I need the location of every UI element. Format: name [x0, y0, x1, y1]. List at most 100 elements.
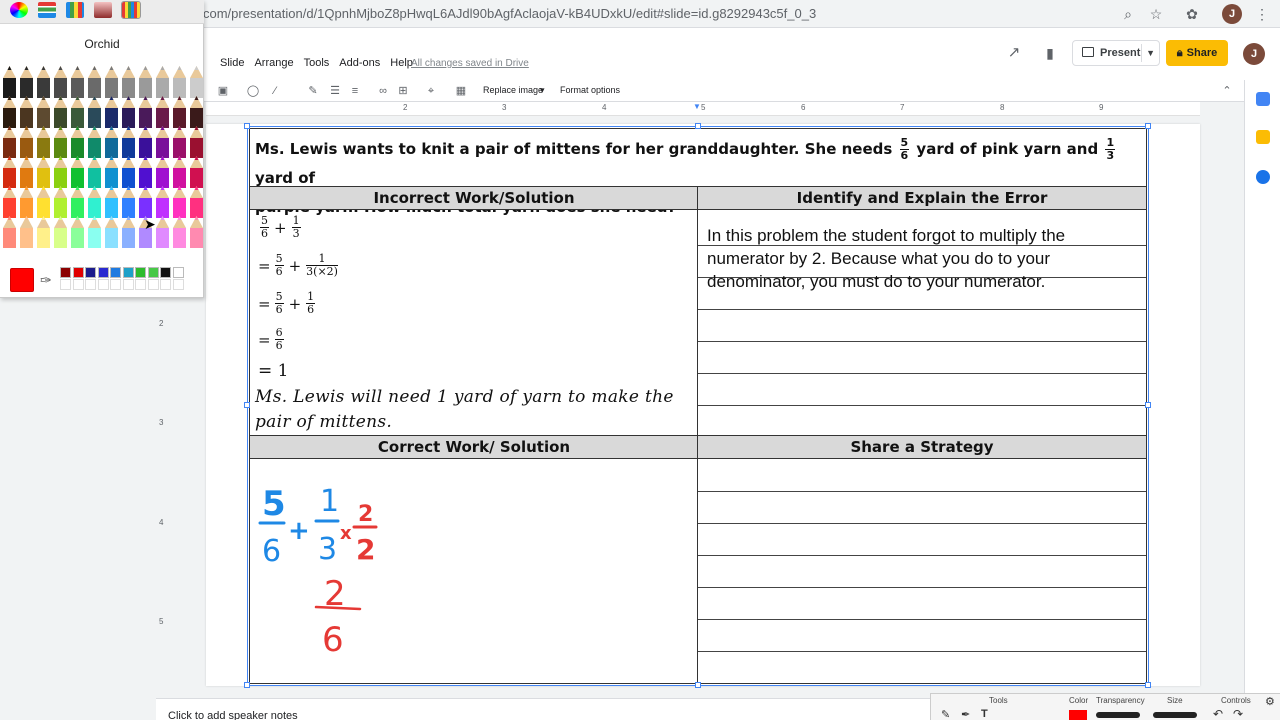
pencil-body[interactable] [3, 138, 16, 158]
add-comment-icon[interactable]: ⊞ [396, 84, 410, 98]
pencil-body[interactable] [71, 138, 84, 158]
collapse-toolbar-icon[interactable]: ⌃ [1220, 84, 1234, 98]
resize-handle[interactable] [244, 123, 250, 129]
pencil-body[interactable] [173, 168, 186, 188]
format-options-button[interactable]: Format options [560, 85, 620, 95]
pencil-body[interactable] [122, 168, 135, 188]
resize-handle[interactable] [695, 123, 701, 129]
pencil-body[interactable] [20, 78, 33, 98]
pencil-lead[interactable] [24, 66, 29, 70]
browser-profile-avatar[interactable]: J [1222, 4, 1242, 24]
pencil-body[interactable] [105, 198, 118, 218]
pencil-body[interactable] [139, 108, 152, 128]
slide-canvas[interactable]: Ms. Lewis wants to knit a pair of mitten… [206, 123, 1200, 688]
pencil-lead[interactable] [126, 66, 131, 70]
pencil-body[interactable] [3, 168, 16, 188]
error-explanation-text[interactable]: In this problem the student forgot to mu… [707, 224, 1137, 293]
speaker-notes-placeholder[interactable]: Click to add speaker notes [168, 710, 298, 720]
tasks-icon[interactable] [1256, 170, 1270, 184]
red-color-chip[interactable] [1069, 710, 1087, 720]
pencil-body[interactable] [190, 228, 203, 248]
browser-menu-icon[interactable]: ⋮ [1254, 6, 1270, 22]
pencil-body[interactable] [3, 198, 16, 218]
pencil-lead[interactable] [143, 66, 148, 70]
pencil-body[interactable] [139, 168, 152, 188]
pencil-body[interactable] [37, 198, 50, 218]
pencil-body[interactable] [122, 108, 135, 128]
empty-swatch[interactable] [135, 279, 146, 290]
pencil-body[interactable] [156, 198, 169, 218]
color-swatch[interactable] [172, 267, 184, 278]
pencil-body[interactable] [20, 138, 33, 158]
pencil-body[interactable] [71, 228, 84, 248]
comments-icon[interactable]: ▮ [1042, 45, 1058, 61]
pencil-body[interactable] [71, 78, 84, 98]
pencil-body[interactable] [156, 138, 169, 158]
pencil-body[interactable] [173, 138, 186, 158]
pencil-crayons[interactable] [0, 66, 204, 260]
menu-arrange[interactable]: Arrange [249, 57, 298, 69]
pencil-body[interactable] [54, 228, 67, 248]
pencil-body[interactable] [71, 168, 84, 188]
account-avatar[interactable]: J [1243, 43, 1265, 65]
pencil-body[interactable] [3, 108, 16, 128]
pencil-body[interactable] [139, 138, 152, 158]
zoom-icon[interactable]: ⌕ [1120, 6, 1136, 22]
pencil-tool-icon[interactable]: ✎ [941, 708, 950, 720]
empty-swatch[interactable] [72, 279, 84, 290]
pencil-body[interactable] [37, 168, 50, 188]
resize-handle[interactable] [695, 682, 701, 688]
ruler-indent-marker[interactable]: ▼ [693, 102, 701, 111]
pencil-lead[interactable] [194, 66, 199, 70]
replace-image-button[interactable]: Replace image [483, 85, 543, 95]
link-icon[interactable]: ∞ [376, 84, 390, 98]
color-wheel-tab-icon[interactable] [10, 2, 28, 18]
share-button[interactable]: 🔒︎ Share [1166, 40, 1228, 66]
mask-image-icon[interactable]: ▦ [454, 84, 468, 98]
pencil-body[interactable] [3, 78, 16, 98]
pencil-body[interactable] [190, 198, 203, 218]
pencil-body[interactable] [54, 78, 67, 98]
menu-slide[interactable]: Slide [215, 57, 249, 69]
menu-tools[interactable]: Tools [299, 57, 335, 69]
pencil-body[interactable] [105, 138, 118, 158]
pencil-body[interactable] [54, 168, 67, 188]
pencil-body[interactable] [54, 108, 67, 128]
color-swatch[interactable] [135, 267, 146, 278]
pencil-body[interactable] [190, 108, 203, 128]
worksheet-image[interactable]: Ms. Lewis wants to knit a pair of mitten… [249, 128, 1147, 685]
present-dropdown-icon[interactable]: ▼ [1141, 44, 1155, 62]
resize-handle[interactable] [1145, 682, 1151, 688]
pen-icon[interactable]: ✎ [306, 84, 320, 98]
pencils-tab-icon[interactable] [121, 1, 141, 19]
pencil-body[interactable] [139, 78, 152, 98]
color-swatch[interactable] [97, 267, 109, 278]
pencil-body[interactable] [190, 168, 203, 188]
color-swatch[interactable] [122, 267, 134, 278]
pencil-body[interactable] [88, 108, 101, 128]
image-palette-tab-icon[interactable] [94, 2, 112, 18]
text-tool-icon[interactable]: T [981, 708, 988, 720]
activity-trend-icon[interactable]: ↗ [1006, 45, 1022, 61]
empty-swatch[interactable] [160, 279, 171, 290]
pencil-body[interactable] [20, 168, 33, 188]
pencil-body[interactable] [190, 78, 203, 98]
pencil-body[interactable] [122, 78, 135, 98]
pencil-body[interactable] [88, 198, 101, 218]
pencil-body[interactable] [105, 228, 118, 248]
pencil-lead[interactable] [160, 66, 165, 70]
empty-swatch[interactable] [60, 279, 71, 290]
pencil-body[interactable] [173, 228, 186, 248]
crop-icon[interactable]: ⌖ [424, 84, 438, 98]
sliders-tab-icon[interactable] [38, 2, 56, 18]
pencil-body[interactable] [122, 198, 135, 218]
pencil-lead[interactable] [177, 66, 182, 70]
pencil-body[interactable] [156, 78, 169, 98]
pencil-body[interactable] [105, 108, 118, 128]
resize-handle[interactable] [1145, 123, 1151, 129]
bookmark-star-icon[interactable]: ☆ [1148, 6, 1164, 22]
pencil-body[interactable] [88, 78, 101, 98]
extension-icon[interactable]: ✿ [1184, 6, 1200, 22]
pencil-body[interactable] [173, 108, 186, 128]
pencil-lead[interactable] [41, 66, 46, 70]
